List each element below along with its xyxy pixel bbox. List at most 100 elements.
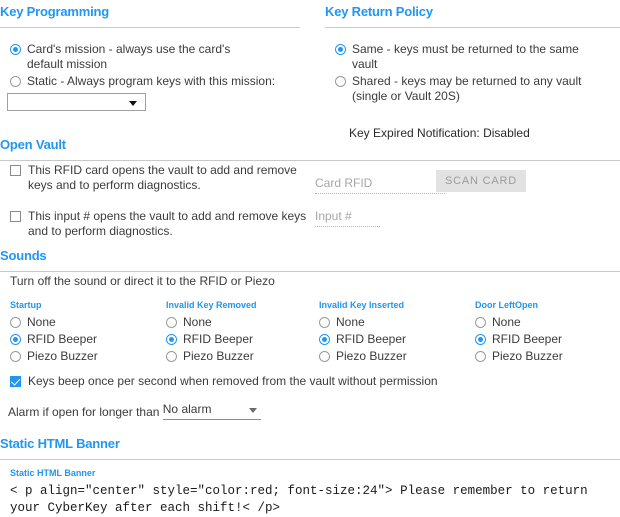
radio-card-mission[interactable]: Card's mission - always use the card's d… [10, 42, 310, 72]
key-programming-title: Key Programming [0, 4, 109, 19]
checkbox-input-opens-vault[interactable]: This input # opens the vault to add and … [10, 209, 310, 239]
sound-group-invalid-key-removed: Invalid Key Removed None RFID Beeper Pie… [166, 300, 316, 366]
sound-option-label: Piezo Buzzer [336, 349, 407, 363]
sound-group-door-left-open-option-none[interactable]: None [475, 315, 620, 330]
key-programming-section: Key Programming Card's mission - always … [0, 4, 310, 111]
sound-group-invalid-key-inserted: Invalid Key Inserted None RFID Beeper Pi… [319, 300, 469, 366]
sound-group-startup-title: Startup [10, 300, 42, 310]
sound-option-label: None [492, 315, 521, 329]
checkbox-keys-beep[interactable]: Keys beep once per second when removed f… [10, 374, 438, 391]
radio-indicator[interactable] [319, 317, 330, 328]
mission-select[interactable] [7, 93, 146, 111]
sound-option-label: Piezo Buzzer [492, 349, 563, 363]
sounds-hint: Turn off the sound or direct it to the R… [10, 274, 275, 288]
sound-group-invalid-key-inserted-option-none[interactable]: None [319, 315, 469, 330]
static-html-banner-textarea[interactable]: < p align="center" style="color:red; fon… [10, 483, 590, 517]
sound-option-label: Piezo Buzzer [183, 349, 254, 363]
sounds-title: Sounds [0, 248, 47, 263]
radio-static-mission-indicator[interactable] [10, 76, 21, 87]
checkbox-input-opens-vault-label: This input # opens the vault to add and … [28, 209, 307, 238]
scan-card-button-wrap: SCAN CARD [436, 170, 526, 192]
static-html-banner-section: Static HTML Banner [0, 436, 620, 460]
checkbox-rfid-opens-vault[interactable]: This RFID card opens the vault to add an… [10, 163, 310, 193]
sound-group-door-left-open: Door LeftOpen None RFID Beeper Piezo Buz… [475, 300, 620, 366]
open-vault-divider [0, 160, 620, 161]
radio-indicator[interactable] [10, 351, 21, 362]
sound-group-invalid-key-inserted-title: Invalid Key Inserted [319, 300, 405, 310]
radio-static-mission[interactable]: Static - Always program keys with this m… [10, 74, 310, 89]
alarm-duration-label: Alarm if open for longer than [8, 405, 160, 419]
radio-card-mission-label: Card's mission - always use the card's d… [27, 42, 231, 71]
card-rfid-field[interactable]: Card RFID [315, 176, 445, 194]
settings-page: Key Programming Card's mission - always … [0, 0, 620, 516]
key-return-policy-divider [325, 27, 620, 28]
sound-group-startup-option-piezo-buzzer[interactable]: Piezo Buzzer [10, 349, 160, 364]
radio-indicator[interactable] [166, 351, 177, 362]
radio-indicator[interactable] [475, 351, 486, 362]
sound-option-label: RFID Beeper [183, 332, 254, 346]
sound-option-label: RFID Beeper [492, 332, 563, 346]
radio-static-mission-label: Static - Always program keys with this m… [27, 74, 276, 88]
radio-return-same-indicator[interactable] [335, 44, 346, 55]
static-html-banner-divider [0, 459, 620, 460]
sound-group-door-left-open-option-piezo-buzzer[interactable]: Piezo Buzzer [475, 349, 620, 364]
open-vault-title: Open Vault [0, 137, 66, 152]
sound-option-label: Piezo Buzzer [27, 349, 98, 363]
radio-indicator[interactable] [166, 334, 177, 345]
checkbox-rfid-opens-vault-box[interactable] [10, 165, 21, 176]
sound-option-label: RFID Beeper [27, 332, 98, 346]
checkbox-rfid-opens-vault-label: This RFID card opens the vault to add an… [28, 163, 297, 192]
alarm-duration-value: No alarm [162, 402, 212, 416]
radio-indicator[interactable] [10, 317, 21, 328]
radio-return-same[interactable]: Same - keys must be returned to the same… [335, 42, 620, 72]
key-return-policy-section: Key Return Policy Same - keys must be re… [325, 4, 620, 140]
input-number-underline[interactable] [315, 226, 380, 227]
sound-group-invalid-key-inserted-option-rfid-beeper[interactable]: RFID Beeper [319, 332, 469, 347]
scan-card-button[interactable]: SCAN CARD [436, 170, 526, 192]
radio-indicator[interactable] [10, 334, 21, 345]
sound-group-door-left-open-title: Door LeftOpen [475, 300, 538, 310]
radio-indicator[interactable] [475, 317, 486, 328]
chevron-down-icon [129, 101, 137, 106]
sounds-divider [0, 271, 620, 272]
radio-return-shared-label: Shared - keys may be returned to any vau… [352, 74, 582, 103]
alarm-duration-row: Alarm if open for longer than No alarm [8, 401, 261, 420]
radio-indicator[interactable] [319, 334, 330, 345]
sounds-section: Sounds [0, 248, 620, 272]
sound-option-label: None [336, 315, 365, 329]
sound-option-label: None [183, 315, 212, 329]
sound-group-invalid-key-removed-option-piezo-buzzer[interactable]: Piezo Buzzer [166, 349, 316, 364]
checkbox-input-opens-vault-box[interactable] [10, 211, 21, 222]
radio-card-mission-indicator[interactable] [10, 44, 21, 55]
sound-option-label: RFID Beeper [336, 332, 407, 346]
sound-group-invalid-key-removed-option-rfid-beeper[interactable]: RFID Beeper [166, 332, 316, 347]
key-programming-divider [0, 27, 300, 28]
radio-return-same-label: Same - keys must be returned to the same… [352, 42, 579, 71]
input-number-label: Input # [315, 209, 352, 223]
radio-indicator[interactable] [166, 317, 177, 328]
alarm-duration-select[interactable]: No alarm [162, 401, 261, 420]
sound-group-startup-option-none[interactable]: None [10, 315, 160, 330]
static-html-banner-title: Static HTML Banner [0, 436, 120, 451]
radio-indicator[interactable] [475, 334, 486, 345]
sound-group-invalid-key-removed-option-none[interactable]: None [166, 315, 316, 330]
radio-indicator[interactable] [319, 351, 330, 362]
checkbox-keys-beep-label: Keys beep once per second when removed f… [28, 374, 438, 388]
chevron-down-icon [248, 408, 257, 413]
static-html-banner-field-label: Static HTML Banner [10, 468, 96, 478]
sound-group-door-left-open-option-rfid-beeper[interactable]: RFID Beeper [475, 332, 620, 347]
sound-option-label: None [27, 315, 56, 329]
sound-group-startup: Startup None RFID Beeper Piezo Buzzer [10, 300, 160, 366]
sound-group-invalid-key-inserted-option-piezo-buzzer[interactable]: Piezo Buzzer [319, 349, 469, 364]
radio-return-shared-indicator[interactable] [335, 76, 346, 87]
checkbox-keys-beep-box[interactable] [10, 376, 21, 387]
sound-group-invalid-key-removed-title: Invalid Key Removed [166, 300, 257, 310]
card-rfid-input-underline[interactable] [315, 193, 445, 194]
sound-group-startup-option-rfid-beeper[interactable]: RFID Beeper [10, 332, 160, 347]
key-return-policy-title: Key Return Policy [325, 4, 433, 19]
input-number-field[interactable]: Input # [315, 209, 380, 227]
radio-return-shared[interactable]: Shared - keys may be returned to any vau… [335, 74, 620, 104]
static-html-banner-field[interactable]: Static HTML Banner < p align="center" st… [10, 468, 610, 517]
card-rfid-label: Card RFID [315, 176, 373, 190]
open-vault-checkboxes: This RFID card opens the vault to add an… [0, 163, 310, 241]
